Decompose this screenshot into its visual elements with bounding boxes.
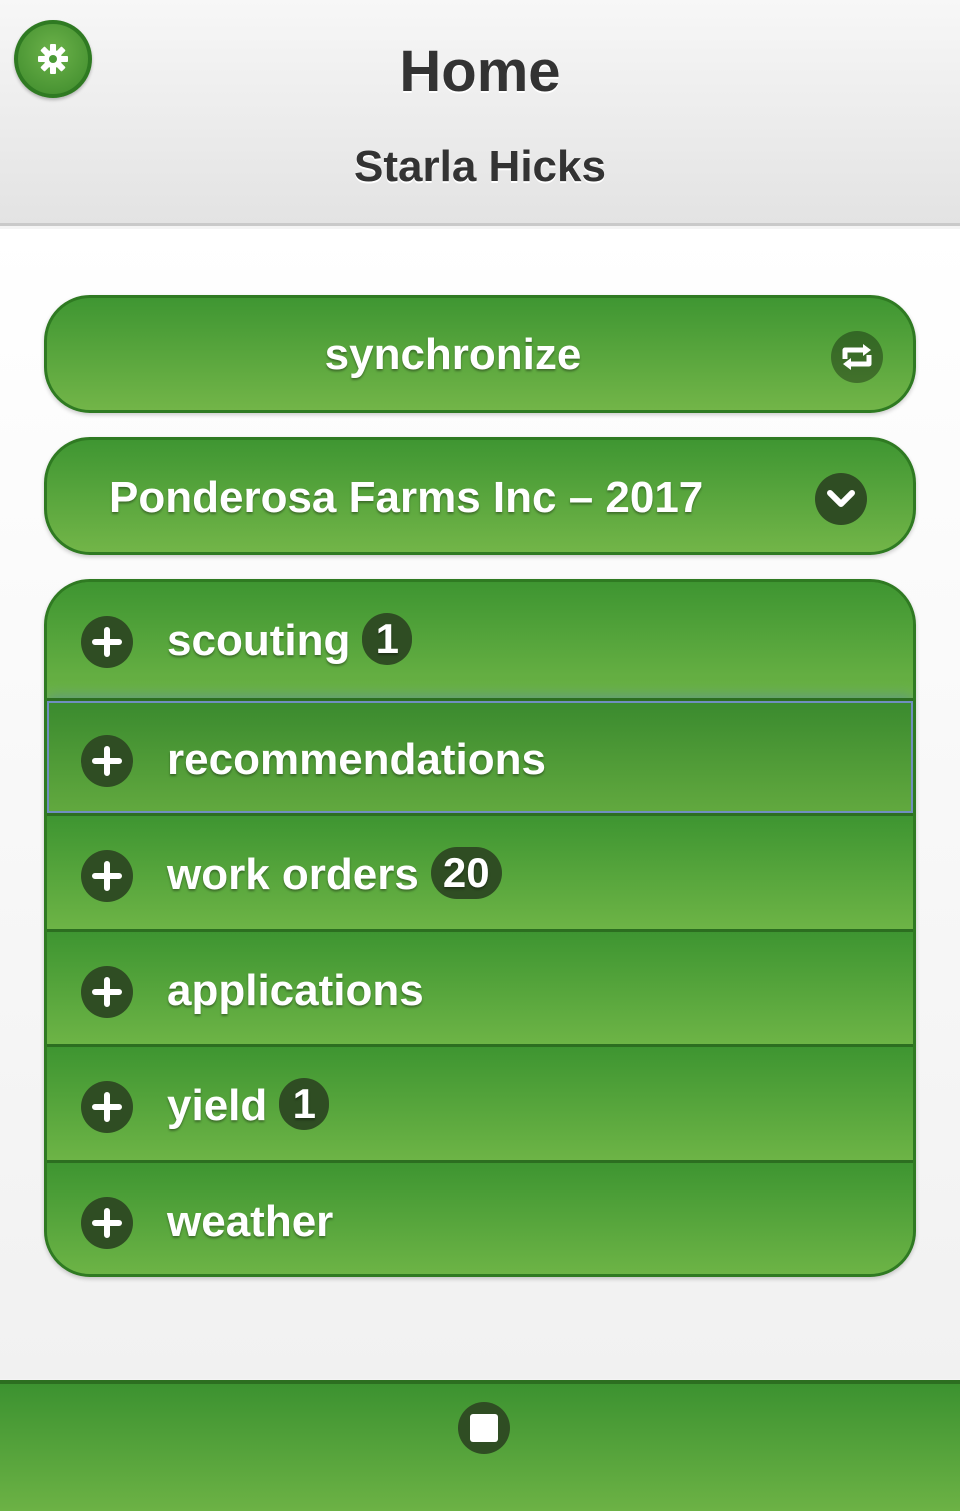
count-badge: 20 <box>430 847 502 900</box>
menu-item-text: scouting <box>167 616 351 665</box>
menu-item-label: work orders 20 <box>167 847 502 903</box>
menu-item-text: yield <box>167 1081 268 1130</box>
menu-item-label: scouting 1 <box>167 613 413 669</box>
menu-item-text: weather <box>167 1196 334 1246</box>
footer-bar <box>0 1380 960 1511</box>
page-title: Home <box>399 39 561 104</box>
count-badge: 1 <box>362 613 413 666</box>
plus-icon <box>81 850 133 902</box>
sync-icon <box>831 331 883 383</box>
square-icon <box>470 1414 498 1442</box>
menu-item-text: recommendations <box>167 734 546 784</box>
menu-item-scouting[interactable]: scouting 1 <box>47 582 913 698</box>
farm-select[interactable]: Ponderosa Farms Inc – 2017 <box>44 437 916 555</box>
menu-item-label: weather <box>167 1197 333 1247</box>
plus-icon <box>81 616 133 668</box>
menu-item-recommendations[interactable]: recommendations <box>47 697 913 813</box>
menu-item-label: yield 1 <box>167 1078 330 1134</box>
menu-item-text: work orders <box>167 850 419 899</box>
farm-select-label: Ponderosa Farms Inc – 2017 <box>109 473 704 522</box>
count-badge: 1 <box>279 1078 330 1131</box>
plus-icon <box>81 734 133 787</box>
header-bar: Home Starla Hicks <box>0 0 960 226</box>
plus-icon <box>81 1196 133 1249</box>
main-content: synchronize Ponderosa Farms Inc – 2017 s… <box>0 229 960 1379</box>
chevron-down-icon <box>815 473 867 525</box>
menu-item-work-orders[interactable]: work orders 20 <box>47 813 913 929</box>
app-screen: Home Starla Hicks synchronize Ponderosa … <box>0 0 960 1511</box>
footer-button[interactable] <box>458 1402 510 1454</box>
menu-item-label: applications <box>167 966 424 1016</box>
menu-item-text: applications <box>167 965 424 1015</box>
menu-item-weather[interactable]: weather <box>47 1159 913 1274</box>
plus-icon <box>81 965 133 1018</box>
menu-item-yield[interactable]: yield 1 <box>47 1044 913 1160</box>
plus-icon <box>81 1081 133 1133</box>
menu-item-label: recommendations <box>167 735 546 785</box>
menu-item-applications[interactable]: applications <box>47 928 913 1044</box>
menu-list: scouting 1 recommendations work orders 20 <box>44 579 916 1277</box>
synchronize-label: synchronize <box>324 330 582 379</box>
user-name: Starla Hicks <box>354 142 606 191</box>
synchronize-button[interactable]: synchronize <box>44 295 916 413</box>
